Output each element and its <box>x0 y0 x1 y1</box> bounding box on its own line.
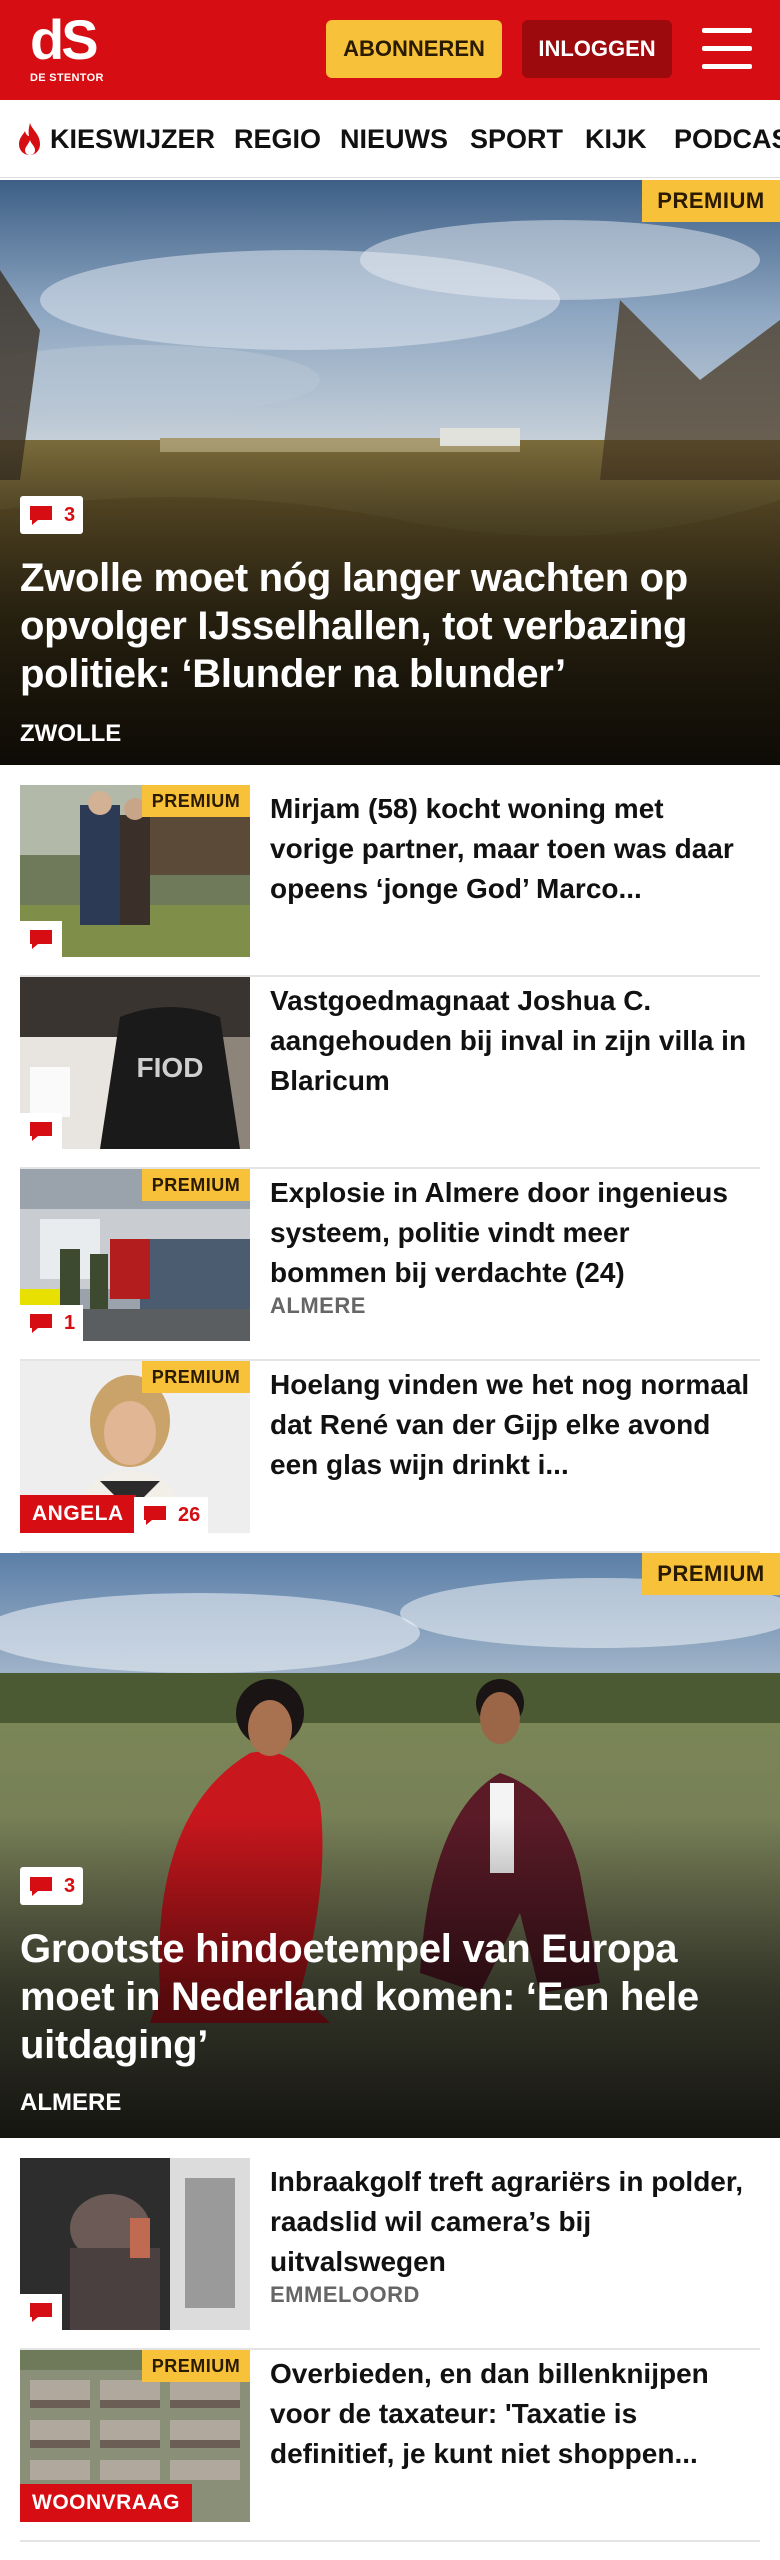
login-button[interactable]: INLOGGEN <box>522 20 672 78</box>
list-item[interactable]: PREMIUM ANGELA 26 Hoelang vinden we het … <box>20 1361 760 1553</box>
premium-badge: PREMIUM <box>642 180 780 222</box>
subscribe-button[interactable]: ABONNEREN <box>326 20 502 78</box>
hamburger-menu-icon[interactable] <box>702 28 752 70</box>
article-location[interactable]: EMMELOORD <box>270 2282 420 2308</box>
hero-article[interactable]: PREMIUM 3 Zwolle moet nóg langer wachten… <box>0 180 780 765</box>
svg-text:FIOD: FIOD <box>137 1052 204 1083</box>
comment-count[interactable] <box>20 1113 62 1149</box>
comment-count-value: 26 <box>178 1503 201 1526</box>
article-title[interactable]: Inbraakgolf treft agrariërs in polder, r… <box>270 2162 750 2282</box>
nav-item-podcasts[interactable]: PODCASTS <box>674 100 780 177</box>
list-item[interactable]: PREMIUM 1 Explosie in Almere door ingeni… <box>20 1169 760 1361</box>
list-item[interactable]: PREMIUM Mirjam (58) kocht woning met vor… <box>20 785 760 977</box>
article-title[interactable]: Overbieden, en dan billenknijpen voor de… <box>270 2354 750 2474</box>
list-item[interactable]: PREMIUM WOONVRAAG Overbieden, en dan bil… <box>20 2350 760 2542</box>
hero-headline[interactable]: Grootste hindoetempel van Europa moet in… <box>20 1925 740 2069</box>
article-title[interactable]: Explosie in Almere door ingenieus systee… <box>270 1173 750 1293</box>
nav-item-kieswijzer[interactable]: KIESWIJZER <box>50 100 215 177</box>
nav-item-nieuws[interactable]: NIEUWS <box>340 100 448 177</box>
hero-category[interactable]: ALMERE <box>20 2089 121 2117</box>
nav-item-regio[interactable]: REGIO <box>234 100 321 177</box>
hero-article[interactable]: PREMIUM 3 Grootste hindoetempel van Euro… <box>0 1553 780 2138</box>
hero-category[interactable]: ZWOLLE <box>20 720 121 748</box>
logo[interactable]: dS DE STENTOR <box>28 8 112 88</box>
comment-icon <box>30 930 52 949</box>
logo-subtitle: DE STENTOR <box>30 72 104 84</box>
article-location[interactable]: ALMERE <box>270 1293 366 1319</box>
article-title[interactable]: Vastgoedmagnaat Joshua C. aangehouden bi… <box>270 981 750 1101</box>
premium-badge: PREMIUM <box>142 1169 250 1201</box>
main-nav: KIESWIJZER REGIO NIEUWS SPORT KIJK PODCA… <box>0 100 780 178</box>
comment-icon <box>30 1877 52 1896</box>
comment-icon <box>30 1122 52 1141</box>
comment-count[interactable] <box>20 921 62 957</box>
nav-item-sport[interactable]: SPORT <box>470 100 563 177</box>
premium-badge: PREMIUM <box>142 1361 250 1393</box>
comment-count[interactable]: 26 <box>134 1497 209 1533</box>
comment-icon <box>30 506 52 525</box>
article-title[interactable]: Mirjam (58) kocht woning met vorige part… <box>270 789 750 909</box>
comment-count-value: 3 <box>64 1874 76 1897</box>
comment-count[interactable]: 3 <box>20 1867 84 1905</box>
nav-item-kijk[interactable]: KIJK <box>585 100 647 177</box>
hero-headline[interactable]: Zwolle moet nóg langer wachten op opvolg… <box>20 554 740 698</box>
category-tag[interactable]: WOONVRAAG <box>20 2484 192 2522</box>
logo-mark: dS <box>30 8 99 71</box>
author-tag[interactable]: ANGELA <box>20 1495 136 1533</box>
comment-count-value: 3 <box>64 503 76 526</box>
premium-badge: PREMIUM <box>142 785 250 817</box>
comment-count[interactable] <box>20 2294 62 2330</box>
article-title[interactable]: Hoelang vinden we het nog normaal dat Re… <box>270 1365 750 1485</box>
top-bar: dS DE STENTOR ABONNEREN INLOGGEN <box>0 0 780 100</box>
comment-icon <box>144 1506 166 1525</box>
comment-count[interactable]: 3 <box>20 496 84 534</box>
divider <box>20 2540 760 2542</box>
comment-icon <box>30 2303 52 2322</box>
premium-badge: PREMIUM <box>142 2350 250 2382</box>
comment-icon <box>30 1314 52 1333</box>
premium-badge: PREMIUM <box>642 1553 780 1595</box>
list-item[interactable]: Inbraakgolf treft agrariërs in polder, r… <box>20 2158 760 2350</box>
comment-count[interactable]: 1 <box>20 1305 84 1341</box>
comment-count-value: 1 <box>64 1311 76 1334</box>
list-item[interactable]: FIOD Vastgoedmagnaat Joshua C. aangehoud… <box>20 977 760 1169</box>
flame-icon <box>19 123 40 155</box>
